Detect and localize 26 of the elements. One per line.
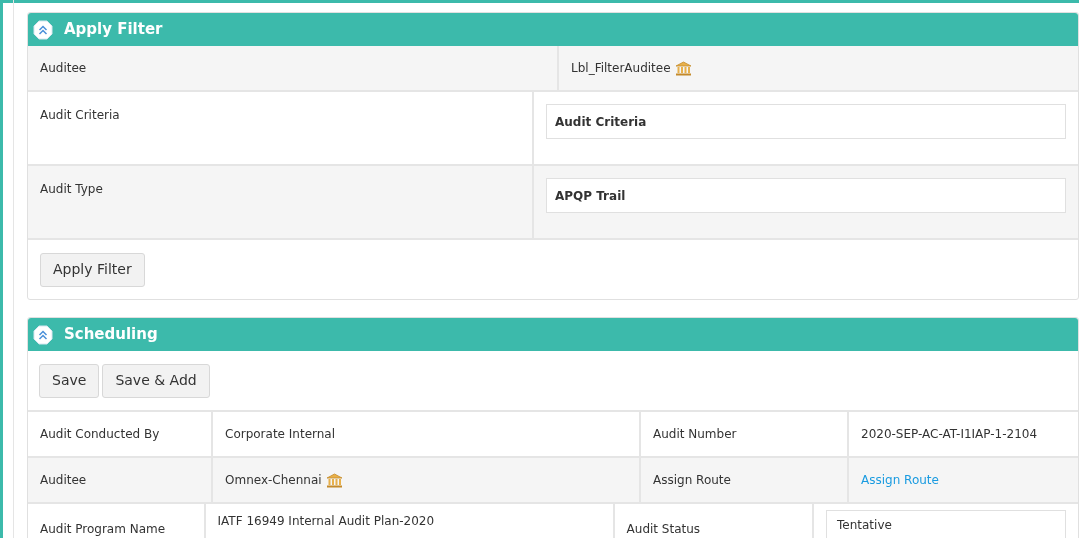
field-label: Auditee bbox=[40, 472, 87, 489]
field-label: Audit Status bbox=[626, 521, 701, 538]
field-label: Assign Route bbox=[653, 472, 731, 489]
action-button[interactable]: Apply Filter bbox=[40, 252, 145, 287]
panel-title: Scheduling bbox=[64, 324, 158, 346]
field-value: Corporate Internal bbox=[225, 426, 336, 443]
select-field[interactable]: Audit Criteria bbox=[546, 104, 1066, 139]
field-value: Omnex-Chennai bbox=[225, 472, 322, 489]
field-value: 2020-SEP-AC-AT-I1IAP-1-2104 bbox=[861, 426, 1038, 443]
field-label: Audit Conducted By bbox=[40, 426, 160, 443]
bank-icon bbox=[674, 60, 692, 76]
field-value: IATF 16949 Internal Audit Plan-2020 bbox=[217, 513, 435, 530]
action-button[interactable]: Save bbox=[39, 363, 100, 398]
action-button[interactable]: Save & Add bbox=[102, 363, 210, 398]
bank-icon bbox=[325, 472, 343, 488]
select-field[interactable]: APQP Trail bbox=[546, 178, 1066, 213]
collapse-icon[interactable] bbox=[33, 324, 53, 345]
select-field[interactable]: Tentative bbox=[826, 510, 1066, 538]
field-value: Lbl_FilterAuditee bbox=[571, 60, 671, 77]
field-label: Audit Type bbox=[40, 182, 103, 196]
field-label: Audit Criteria bbox=[40, 108, 120, 122]
field-label: Audit Number bbox=[653, 426, 737, 443]
field-label: Audit Program Name bbox=[40, 521, 166, 538]
field-label: Auditee bbox=[40, 60, 87, 77]
collapse-icon[interactable] bbox=[33, 19, 53, 40]
panel-title: Apply Filter bbox=[64, 19, 163, 41]
